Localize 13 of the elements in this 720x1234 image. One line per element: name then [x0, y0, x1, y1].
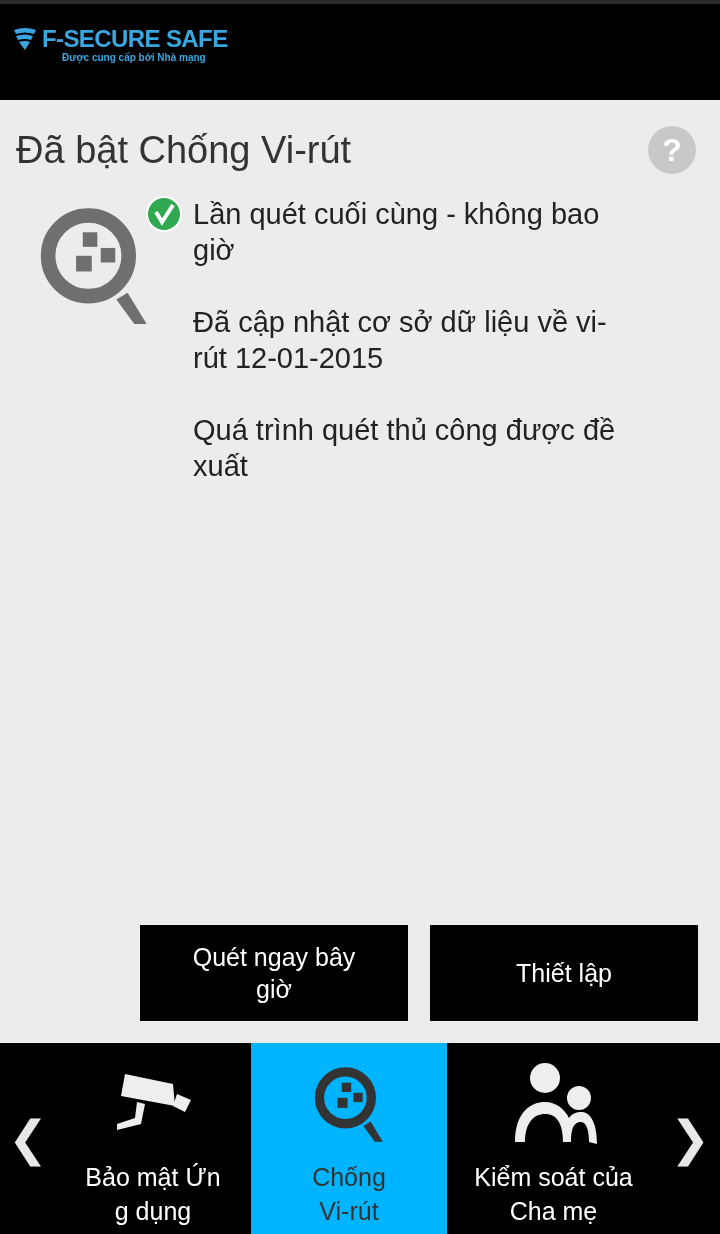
brand-tagline: Được cung cấp bởi Nhà mạng — [61, 52, 207, 64]
scan-now-button[interactable]: Quét ngay bây giờ — [140, 925, 408, 1021]
magnifier-icon — [313, 1065, 385, 1145]
previous-button[interactable]: ❮ — [0, 1043, 55, 1234]
settings-button[interactable]: Thiết lập — [430, 925, 698, 1021]
page-title: Đã bật Chống Vi-rút — [16, 128, 352, 173]
next-button[interactable]: ❯ — [660, 1043, 720, 1234]
brand-name: F-SECURE SAFE — [42, 26, 228, 52]
nav-tab[interactable]: Chống Vi-rút — [251, 1043, 447, 1234]
status-text: Lần quét cuối cùng - không bao giờ — [193, 197, 601, 268]
status-text: Quá trình quét thủ công được đề xuất — [193, 413, 616, 484]
logo-icon — [12, 28, 38, 50]
status-text: Đã cập nhật cơ sở dữ liệu về vi- rút 12-01-2015 — [193, 305, 608, 376]
